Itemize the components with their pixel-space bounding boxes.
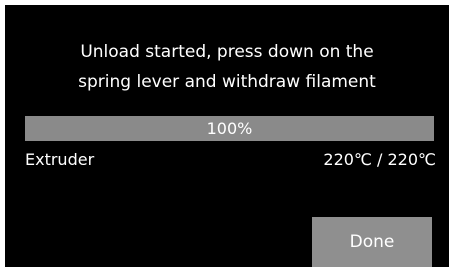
unload-filament-dialog: Unload started, press down on the spring… — [5, 5, 449, 267]
status-message-line-1: Unload started, press down on the — [80, 42, 374, 62]
unload-progress-label: 100% — [206, 119, 253, 138]
unload-progress-bar: 100% — [25, 116, 434, 141]
done-button[interactable]: Done — [312, 217, 432, 267]
status-message: Unload started, press down on the spring… — [5, 37, 449, 97]
extruder-temperature: 220℃ / 220℃ — [323, 150, 436, 169]
status-message-line-2: spring lever and withdraw filament — [78, 72, 376, 92]
extruder-label: Extruder — [25, 150, 95, 169]
